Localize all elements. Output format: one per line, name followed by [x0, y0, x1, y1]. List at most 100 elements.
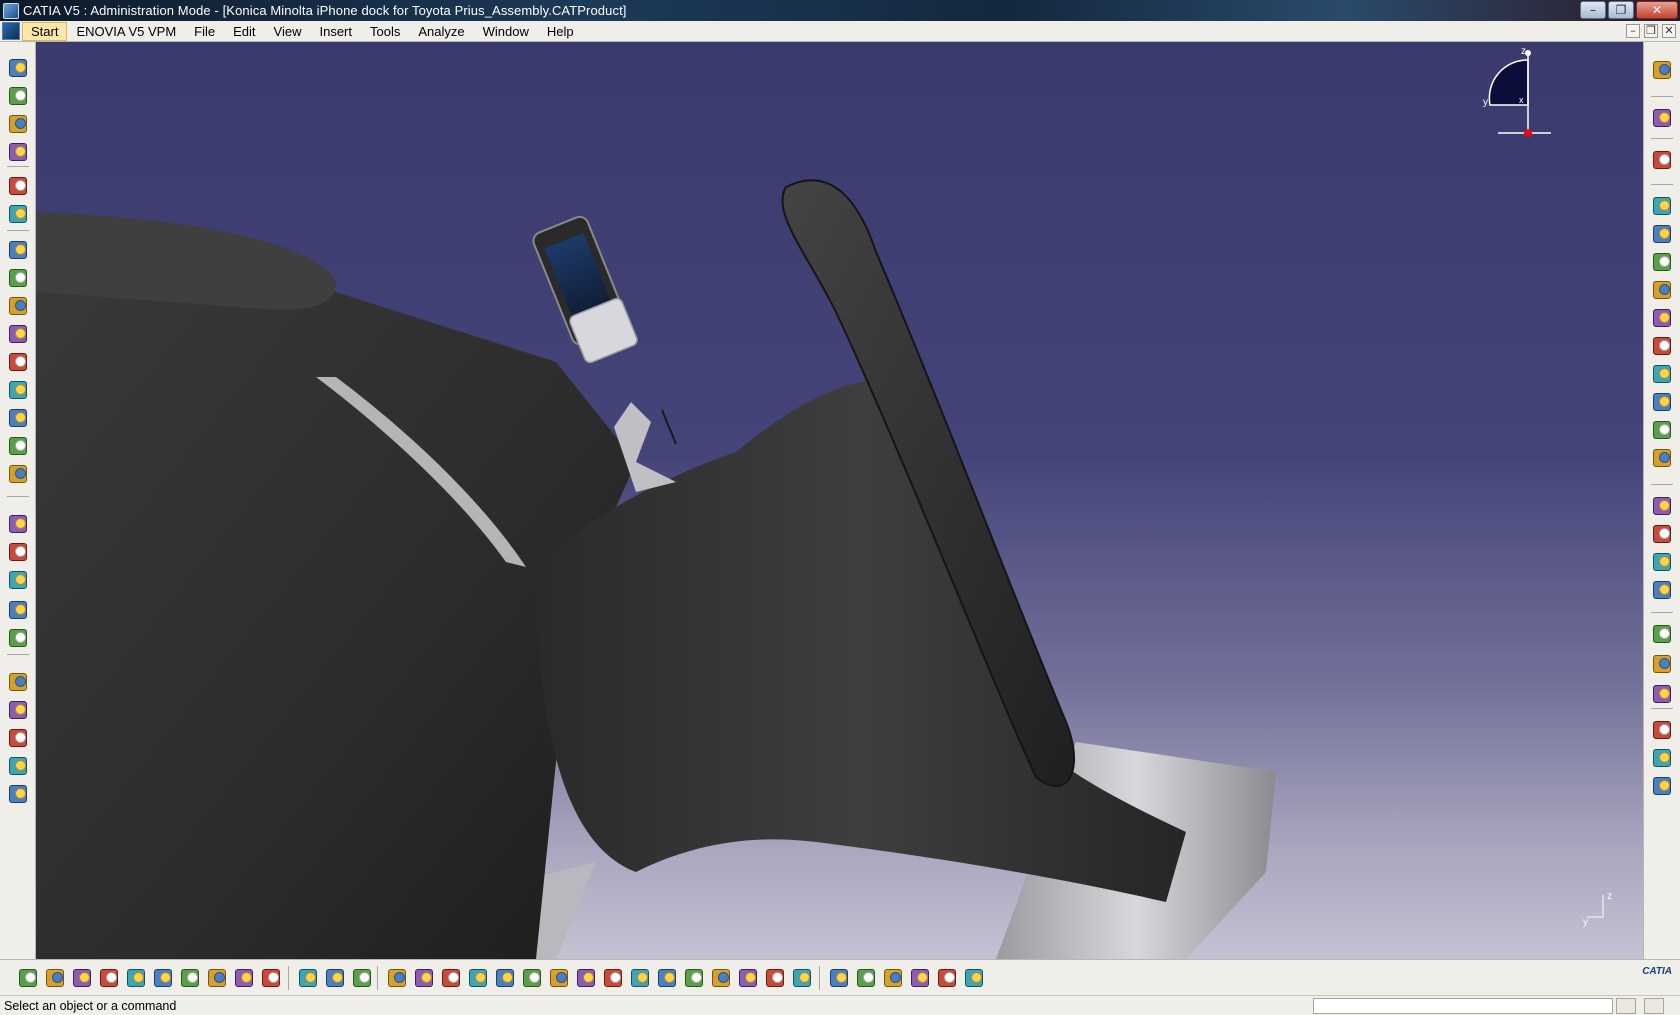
3d-viewport[interactable]: z y x z y — [36, 42, 1643, 959]
redo-icon[interactable] — [232, 966, 256, 990]
hide-show-icon[interactable] — [655, 966, 679, 990]
replace-component-icon[interactable] — [1650, 250, 1674, 274]
fast-multi-instantiation-icon[interactable] — [1650, 390, 1674, 414]
pan-icon[interactable] — [439, 966, 463, 990]
whats-this-icon[interactable] — [259, 966, 283, 990]
sectioning-icon[interactable] — [1650, 522, 1674, 546]
multi-view-icon[interactable] — [628, 966, 652, 990]
assembly-features-icon[interactable] — [1650, 682, 1674, 706]
clash-icon[interactable] — [1650, 550, 1674, 574]
power-input-field[interactable] — [1313, 998, 1613, 1014]
fit-all-icon[interactable] — [466, 966, 490, 990]
manipulate-icon[interactable] — [6, 406, 30, 430]
doc-close-button[interactable]: ✕ — [1662, 24, 1676, 38]
point-icon[interactable] — [6, 56, 30, 80]
doc-minimize-button[interactable]: – — [1626, 24, 1640, 38]
space-analysis-icon[interactable] — [1650, 622, 1674, 646]
new-icon[interactable] — [16, 966, 40, 990]
weld-icon[interactable] — [6, 626, 30, 650]
select-icon[interactable] — [1650, 106, 1674, 130]
measure-icon[interactable] — [1650, 148, 1674, 172]
undo-icon[interactable] — [205, 966, 229, 990]
text-icon[interactable] — [6, 568, 30, 592]
explode-icon[interactable] — [6, 434, 30, 458]
menu-help[interactable]: Help — [538, 22, 583, 41]
manage-representations-icon[interactable] — [1650, 494, 1674, 518]
reuse-pattern-icon[interactable] — [1650, 446, 1674, 470]
grid-icon[interactable] — [790, 966, 814, 990]
reorder-icon[interactable] — [1650, 334, 1674, 358]
update-icon[interactable] — [6, 512, 30, 536]
sketch-positioned-icon[interactable] — [6, 202, 30, 226]
status-option-button-2[interactable] — [1644, 998, 1664, 1014]
save-icon[interactable] — [70, 966, 94, 990]
fix-icon[interactable] — [6, 350, 30, 374]
generate-numbering-icon[interactable] — [1650, 306, 1674, 330]
doc-restore-button[interactable]: ❐ — [1644, 24, 1658, 38]
measure-item-icon[interactable] — [935, 966, 959, 990]
menu-file[interactable]: File — [185, 22, 224, 41]
product-structure-icon[interactable] — [1650, 222, 1674, 246]
constraint-icon[interactable] — [6, 322, 30, 346]
review-icon[interactable] — [6, 782, 30, 806]
minimize-button[interactable]: – — [1580, 1, 1606, 19]
stop-clash-icon[interactable] — [6, 462, 30, 486]
menu-enovia[interactable]: ENOVIA V5 VPM — [67, 22, 185, 41]
tree-icon[interactable] — [412, 966, 436, 990]
flag-note-icon[interactable] — [6, 598, 30, 622]
menu-window[interactable]: Window — [474, 22, 538, 41]
workbench-icon[interactable] — [1650, 194, 1674, 218]
annotation-icon[interactable] — [6, 540, 30, 564]
arc-icon[interactable] — [6, 112, 30, 136]
scenes-icon[interactable] — [6, 754, 30, 778]
existing-component-icon[interactable] — [6, 294, 30, 318]
tools-palette-icon[interactable] — [350, 966, 374, 990]
menu-view[interactable]: View — [265, 22, 311, 41]
welding-planner-icon[interactable] — [6, 670, 30, 694]
close-button[interactable]: ✕ — [1636, 1, 1678, 19]
apply-material-icon[interactable] — [827, 966, 851, 990]
component-icon[interactable] — [6, 266, 30, 290]
copy-icon[interactable] — [151, 966, 175, 990]
paste-icon[interactable] — [178, 966, 202, 990]
publish-icon[interactable] — [1650, 652, 1674, 676]
knowledge-icon[interactable] — [1650, 58, 1674, 82]
zoom-in-icon[interactable] — [520, 966, 544, 990]
measure-inertia-icon[interactable] — [962, 966, 986, 990]
bill-of-materials-icon[interactable] — [6, 726, 30, 750]
catalog-icon[interactable] — [6, 698, 30, 722]
compass-base-icon[interactable] — [1524, 129, 1532, 137]
catia-app-icon[interactable] — [3, 2, 19, 19]
product-icon[interactable] — [6, 238, 30, 262]
plane-icon[interactable] — [6, 140, 30, 164]
catia-logo-icon[interactable] — [2, 22, 20, 40]
print-icon[interactable] — [97, 966, 121, 990]
define-multi-instantiation-icon[interactable] — [1650, 418, 1674, 442]
menu-start[interactable]: Start — [22, 21, 68, 41]
spline-icon[interactable] — [6, 84, 30, 108]
menu-tools[interactable]: Tools — [361, 22, 409, 41]
split-icon[interactable] — [1650, 718, 1674, 742]
shading-icon[interactable] — [709, 966, 733, 990]
rotate-icon[interactable] — [493, 966, 517, 990]
swap-space-icon[interactable] — [682, 966, 706, 990]
menu-edit[interactable]: Edit — [224, 22, 264, 41]
capture-icon[interactable] — [736, 966, 760, 990]
open-icon[interactable] — [43, 966, 67, 990]
comment-icon[interactable] — [323, 966, 347, 990]
catalog-browser-icon[interactable] — [763, 966, 787, 990]
cut-icon[interactable] — [124, 966, 148, 990]
menu-analyze[interactable]: Analyze — [409, 22, 473, 41]
hole-icon[interactable] — [1650, 746, 1674, 770]
zoom-out-icon[interactable] — [547, 966, 571, 990]
table-icon[interactable] — [385, 966, 409, 990]
iso-view-icon[interactable] — [601, 966, 625, 990]
measure-between-icon[interactable] — [908, 966, 932, 990]
graph-tree-icon[interactable] — [1650, 278, 1674, 302]
render-icon[interactable] — [854, 966, 878, 990]
sketch-icon[interactable] — [6, 174, 30, 198]
menu-insert[interactable]: Insert — [310, 22, 361, 41]
multi-instantiation-icon[interactable] — [1650, 362, 1674, 386]
distance-icon[interactable] — [1650, 578, 1674, 602]
scene-icon[interactable] — [881, 966, 905, 990]
